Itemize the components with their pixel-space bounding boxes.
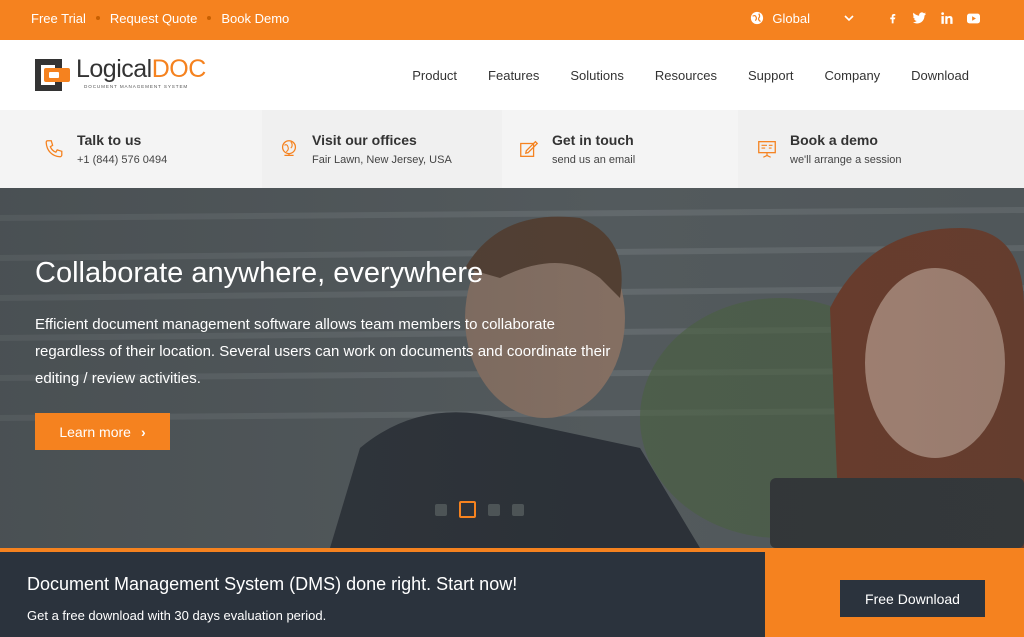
linkedin-icon[interactable] bbox=[940, 12, 953, 25]
contact-phone[interactable]: +1 (844) 576 0494 bbox=[77, 154, 167, 166]
contact-title: Visit our offices bbox=[312, 132, 417, 148]
cta-panel: Document Management System (DMS) done ri… bbox=[0, 552, 765, 637]
youtube-icon[interactable] bbox=[967, 12, 980, 25]
main-nav: Product Features Solutions Resources Sup… bbox=[381, 40, 969, 110]
book-demo-link[interactable]: Book Demo bbox=[221, 11, 289, 26]
hero-title: Collaborate anywhere, everywhere bbox=[35, 257, 484, 289]
nav-company[interactable]: Company bbox=[825, 68, 881, 83]
facebook-icon[interactable] bbox=[886, 12, 899, 25]
contact-strip: Talk to us +1 (844) 576 0494 Visit our o… bbox=[0, 110, 1024, 188]
hero-slider: Collaborate anywhere, everywhere Efficie… bbox=[0, 188, 1024, 548]
contact-title: Get in touch bbox=[552, 132, 634, 148]
free-trial-link[interactable]: Free Trial bbox=[31, 11, 86, 26]
nav-product[interactable]: Product bbox=[412, 68, 457, 83]
main-header: LogicalDOC Document Management System Pr… bbox=[0, 40, 1024, 110]
contact-email[interactable]: send us an email bbox=[552, 154, 635, 166]
slider-dot-2[interactable] bbox=[459, 501, 476, 518]
nav-features[interactable]: Features bbox=[488, 68, 539, 83]
contact-title: Talk to us bbox=[77, 132, 142, 148]
contact-get-in-touch[interactable]: Get in touch send us an email bbox=[502, 110, 738, 188]
logo-tagline: Document Management System bbox=[84, 84, 189, 89]
chevron-right-icon: › bbox=[140, 423, 146, 440]
logo-mark-icon bbox=[35, 59, 70, 91]
learn-more-label: Learn more bbox=[59, 423, 131, 440]
cta-subtitle: Get a free download with 30 days evaluat… bbox=[27, 608, 327, 623]
contact-talk-to-us[interactable]: Talk to us +1 (844) 576 0494 bbox=[0, 110, 262, 188]
top-right: Global bbox=[750, 0, 980, 36]
separator-dot bbox=[95, 16, 100, 20]
logo-text: LogicalDOC Document Management System bbox=[76, 56, 206, 89]
contact-book-demo[interactable]: Book a demo we'll arrange a session bbox=[738, 110, 1024, 188]
logo[interactable]: LogicalDOC Document Management System bbox=[32, 56, 206, 94]
separator-dot bbox=[207, 16, 212, 20]
slider-pagination bbox=[435, 501, 536, 518]
edit-icon bbox=[520, 140, 539, 157]
twitter-icon[interactable] bbox=[913, 12, 926, 25]
nav-support[interactable]: Support bbox=[748, 68, 794, 83]
free-download-button[interactable]: Free Download bbox=[840, 580, 985, 617]
hero-description: Efficient document management software a… bbox=[35, 316, 611, 387]
slider-dot-3[interactable] bbox=[488, 503, 500, 516]
slider-dot-1[interactable] bbox=[435, 503, 447, 516]
contact-demo: we'll arrange a session bbox=[790, 154, 902, 166]
contact-title: Book a demo bbox=[790, 132, 878, 148]
download-cta: Document Management System (DMS) done ri… bbox=[0, 548, 1024, 637]
top-bar: Free Trial Request Quote Book Demo Globa… bbox=[0, 0, 1024, 40]
globe-icon bbox=[751, 11, 764, 25]
chevron-down-icon[interactable] bbox=[844, 13, 854, 23]
top-links: Free Trial Request Quote Book Demo bbox=[31, 0, 289, 36]
request-quote-link[interactable]: Request Quote bbox=[110, 11, 197, 26]
logo-wordmark: LogicalDOC bbox=[76, 55, 206, 83]
contact-visit-offices[interactable]: Visit our offices Fair Lawn, New Jersey,… bbox=[262, 110, 502, 188]
phone-icon bbox=[45, 140, 63, 158]
cta-title: Document Management System (DMS) done ri… bbox=[27, 574, 518, 594]
globe-icon bbox=[281, 140, 297, 157]
presentation-icon bbox=[758, 141, 776, 158]
learn-more-button[interactable]: Learn more › bbox=[35, 413, 170, 450]
region-selector[interactable]: Global bbox=[772, 11, 810, 26]
nav-solutions[interactable]: Solutions bbox=[570, 68, 623, 83]
nav-resources[interactable]: Resources bbox=[655, 68, 717, 83]
contact-address: Fair Lawn, New Jersey, USA bbox=[312, 154, 452, 166]
slider-dot-4[interactable] bbox=[512, 503, 524, 516]
nav-download[interactable]: Download bbox=[911, 68, 969, 83]
